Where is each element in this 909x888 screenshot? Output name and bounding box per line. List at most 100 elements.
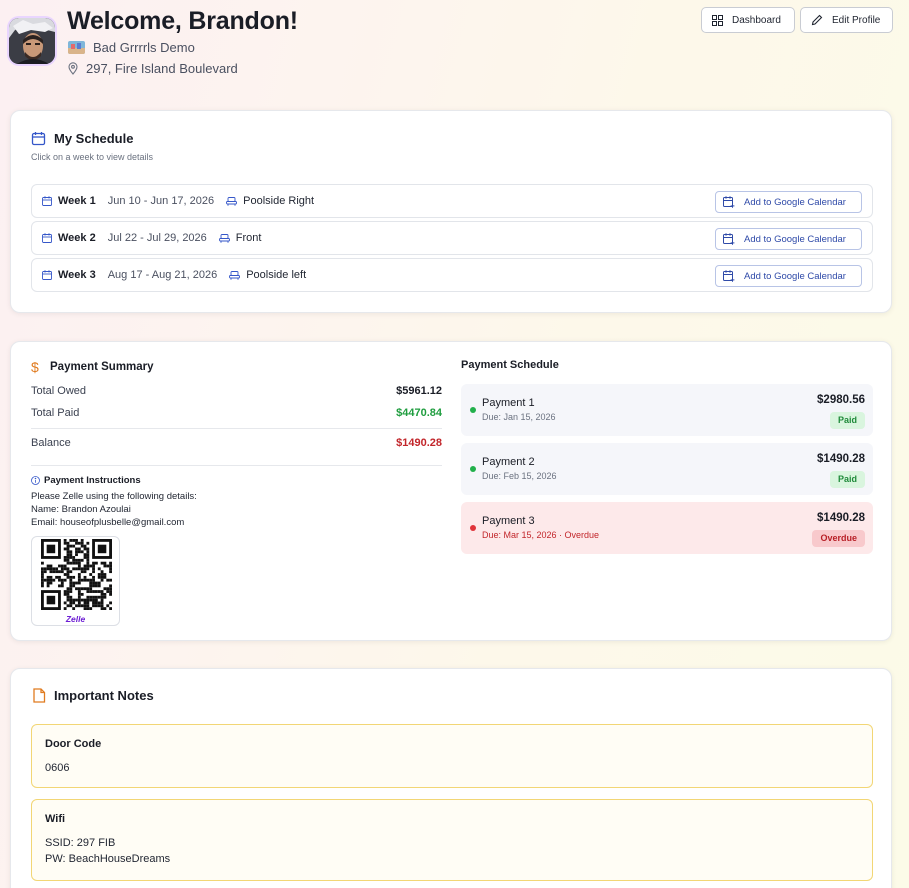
- payment-instructions-title: Payment Instructions: [31, 475, 141, 486]
- week-name: Week 1: [58, 195, 96, 207]
- instructions-email: Email: houseofplusbelle@gmail.com: [31, 517, 185, 528]
- calendar-plus-icon: [723, 196, 735, 208]
- schedule-subtitle: Click on a week to view details: [31, 152, 154, 162]
- status-dot: [470, 525, 476, 531]
- status-dot: [470, 407, 476, 413]
- notes-card: Important Notes Door Code 0606 Wifi SSID…: [10, 668, 892, 888]
- zelle-logo: Zelle: [65, 614, 86, 624]
- total-owed-row: Total Owed $5961.12: [31, 385, 442, 397]
- status-badge: Paid: [829, 471, 865, 488]
- payment-amount: $1490.28: [817, 512, 865, 524]
- note-item: Door Code 0606: [31, 724, 873, 788]
- week-row[interactable]: Week 2 Jul 22 - Jul 29, 2026 Front Add t…: [31, 221, 873, 255]
- payment-name: Payment 3: [482, 515, 535, 527]
- avatar: [9, 18, 55, 64]
- status-badge: Paid: [829, 412, 865, 429]
- balance-label: Balance: [31, 437, 71, 449]
- status-dot: [470, 466, 476, 472]
- total-paid-value: $4470.84: [396, 407, 442, 419]
- payment-item: Payment 2 Due: Feb 15, 2026 $1490.28 Pai…: [461, 443, 873, 495]
- note-line: SSID: 297 FIB: [45, 837, 116, 849]
- week-name: Week 3: [58, 269, 96, 281]
- note-line: PW: BeachHouseDreams: [45, 853, 171, 865]
- calendar-plus-icon: [723, 270, 735, 282]
- total-paid-label: Total Paid: [31, 407, 80, 419]
- payment-summary-title-text: Payment Summary: [50, 361, 154, 373]
- week-dates: Aug 17 - Aug 21, 2026: [107, 269, 218, 281]
- schedule-title-text: My Schedule: [54, 131, 134, 146]
- edit-profile-label: Edit Profile: [832, 14, 881, 26]
- location-pin-icon: [68, 62, 78, 75]
- team-line: Bad Grrrrls Demo: [68, 40, 195, 55]
- qr-code-image: [41, 539, 112, 610]
- payment-due: Due: Feb 15, 2026: [482, 471, 557, 481]
- lounge-chair-icon: [229, 270, 241, 280]
- edit-profile-button[interactable]: Edit Profile: [800, 7, 893, 33]
- team-name: Bad Grrrrls Demo: [93, 40, 195, 55]
- gcal-label: Add to Google Calendar: [744, 270, 846, 282]
- schedule-card: My Schedule Click on a week to view deta…: [10, 110, 892, 313]
- payment-schedule-title: Payment Schedule: [461, 359, 559, 371]
- week-location: Poolside Right: [243, 195, 315, 207]
- address: 297, Fire Island Boulevard: [86, 61, 238, 76]
- payment-item: Payment 3 Due: Mar 15, 2026 · Overdue $1…: [461, 502, 873, 554]
- dashboard-label: Dashboard: [732, 14, 781, 26]
- page-title: Welcome, Brandon!: [67, 7, 298, 35]
- zelle-qr-code: Zelle: [31, 536, 120, 626]
- week-dates: Jun 10 - Jun 17, 2026: [107, 195, 215, 207]
- payment-item: Payment 1 Due: Jan 15, 2026 $2980.56 Pai…: [461, 384, 873, 436]
- week-location: Front: [235, 232, 262, 244]
- add-to-google-calendar-button[interactable]: Add to Google Calendar: [715, 228, 862, 250]
- gcal-label: Add to Google Calendar: [744, 196, 846, 208]
- week-row[interactable]: Week 1 Jun 10 - Jun 17, 2026 Poolside Ri…: [31, 184, 873, 218]
- gcal-label: Add to Google Calendar: [744, 233, 846, 245]
- divider: [31, 465, 442, 466]
- document-icon: [32, 688, 46, 703]
- lounge-chair-icon: [218, 233, 230, 243]
- payment-name: Payment 2: [482, 456, 535, 468]
- total-owed-value: $5961.12: [396, 385, 442, 397]
- notes-title-text: Important Notes: [54, 688, 154, 703]
- dashboard-button[interactable]: Dashboard: [701, 7, 795, 33]
- total-owed-label: Total Owed: [31, 385, 87, 397]
- instructions-line: Please Zelle using the following details…: [31, 491, 197, 502]
- calendar-icon: [31, 131, 46, 146]
- payment-schedule-title-text: Payment Schedule: [461, 359, 559, 371]
- payment-due: Due: Jan 15, 2026: [482, 412, 556, 422]
- lounge-chair-icon: [226, 196, 238, 206]
- info-icon: [31, 476, 40, 485]
- address-line: 297, Fire Island Boulevard: [68, 61, 238, 76]
- pencil-icon: [811, 14, 823, 26]
- note-line: 0606: [45, 762, 70, 774]
- calendar-icon: [42, 270, 52, 280]
- calendar-icon: [42, 233, 52, 243]
- calendar-plus-icon: [723, 233, 735, 245]
- notes-title: Important Notes: [32, 688, 154, 703]
- payment-instructions-title-text: Payment Instructions: [44, 475, 141, 486]
- note-item: Wifi SSID: 297 FIB PW: BeachHouseDreams: [31, 799, 873, 881]
- team-image-icon: [68, 41, 85, 54]
- schedule-title: My Schedule: [31, 131, 133, 146]
- week-location: Poolside left: [246, 269, 307, 281]
- note-title: Door Code: [45, 738, 102, 750]
- payment-card: $ Payment Summary Total Owed $5961.12 To…: [10, 341, 892, 641]
- week-row[interactable]: Week 3 Aug 17 - Aug 21, 2026 Poolside le…: [31, 258, 873, 292]
- status-badge: Overdue: [812, 530, 865, 547]
- add-to-google-calendar-button[interactable]: Add to Google Calendar: [715, 191, 862, 213]
- instructions-name: Name: Brandon Azoulai: [31, 504, 131, 515]
- payment-due: Due: Mar 15, 2026 · Overdue: [482, 530, 600, 540]
- balance-row: Balance $1490.28: [31, 437, 442, 449]
- dollar-icon: $: [31, 359, 39, 375]
- add-to-google-calendar-button[interactable]: Add to Google Calendar: [715, 265, 862, 287]
- total-paid-row: Total Paid $4470.84: [31, 407, 442, 419]
- payment-summary-title: $ Payment Summary: [31, 359, 154, 375]
- balance-value: $1490.28: [396, 437, 442, 449]
- calendar-icon: [42, 196, 52, 206]
- divider: [31, 428, 442, 429]
- grid-icon: [712, 14, 723, 26]
- note-title: Wifi: [45, 813, 66, 825]
- week-dates: Jul 22 - Jul 29, 2026: [107, 232, 207, 244]
- payment-name: Payment 1: [482, 397, 535, 409]
- week-name: Week 2: [58, 232, 96, 244]
- payment-amount: $1490.28: [817, 453, 865, 465]
